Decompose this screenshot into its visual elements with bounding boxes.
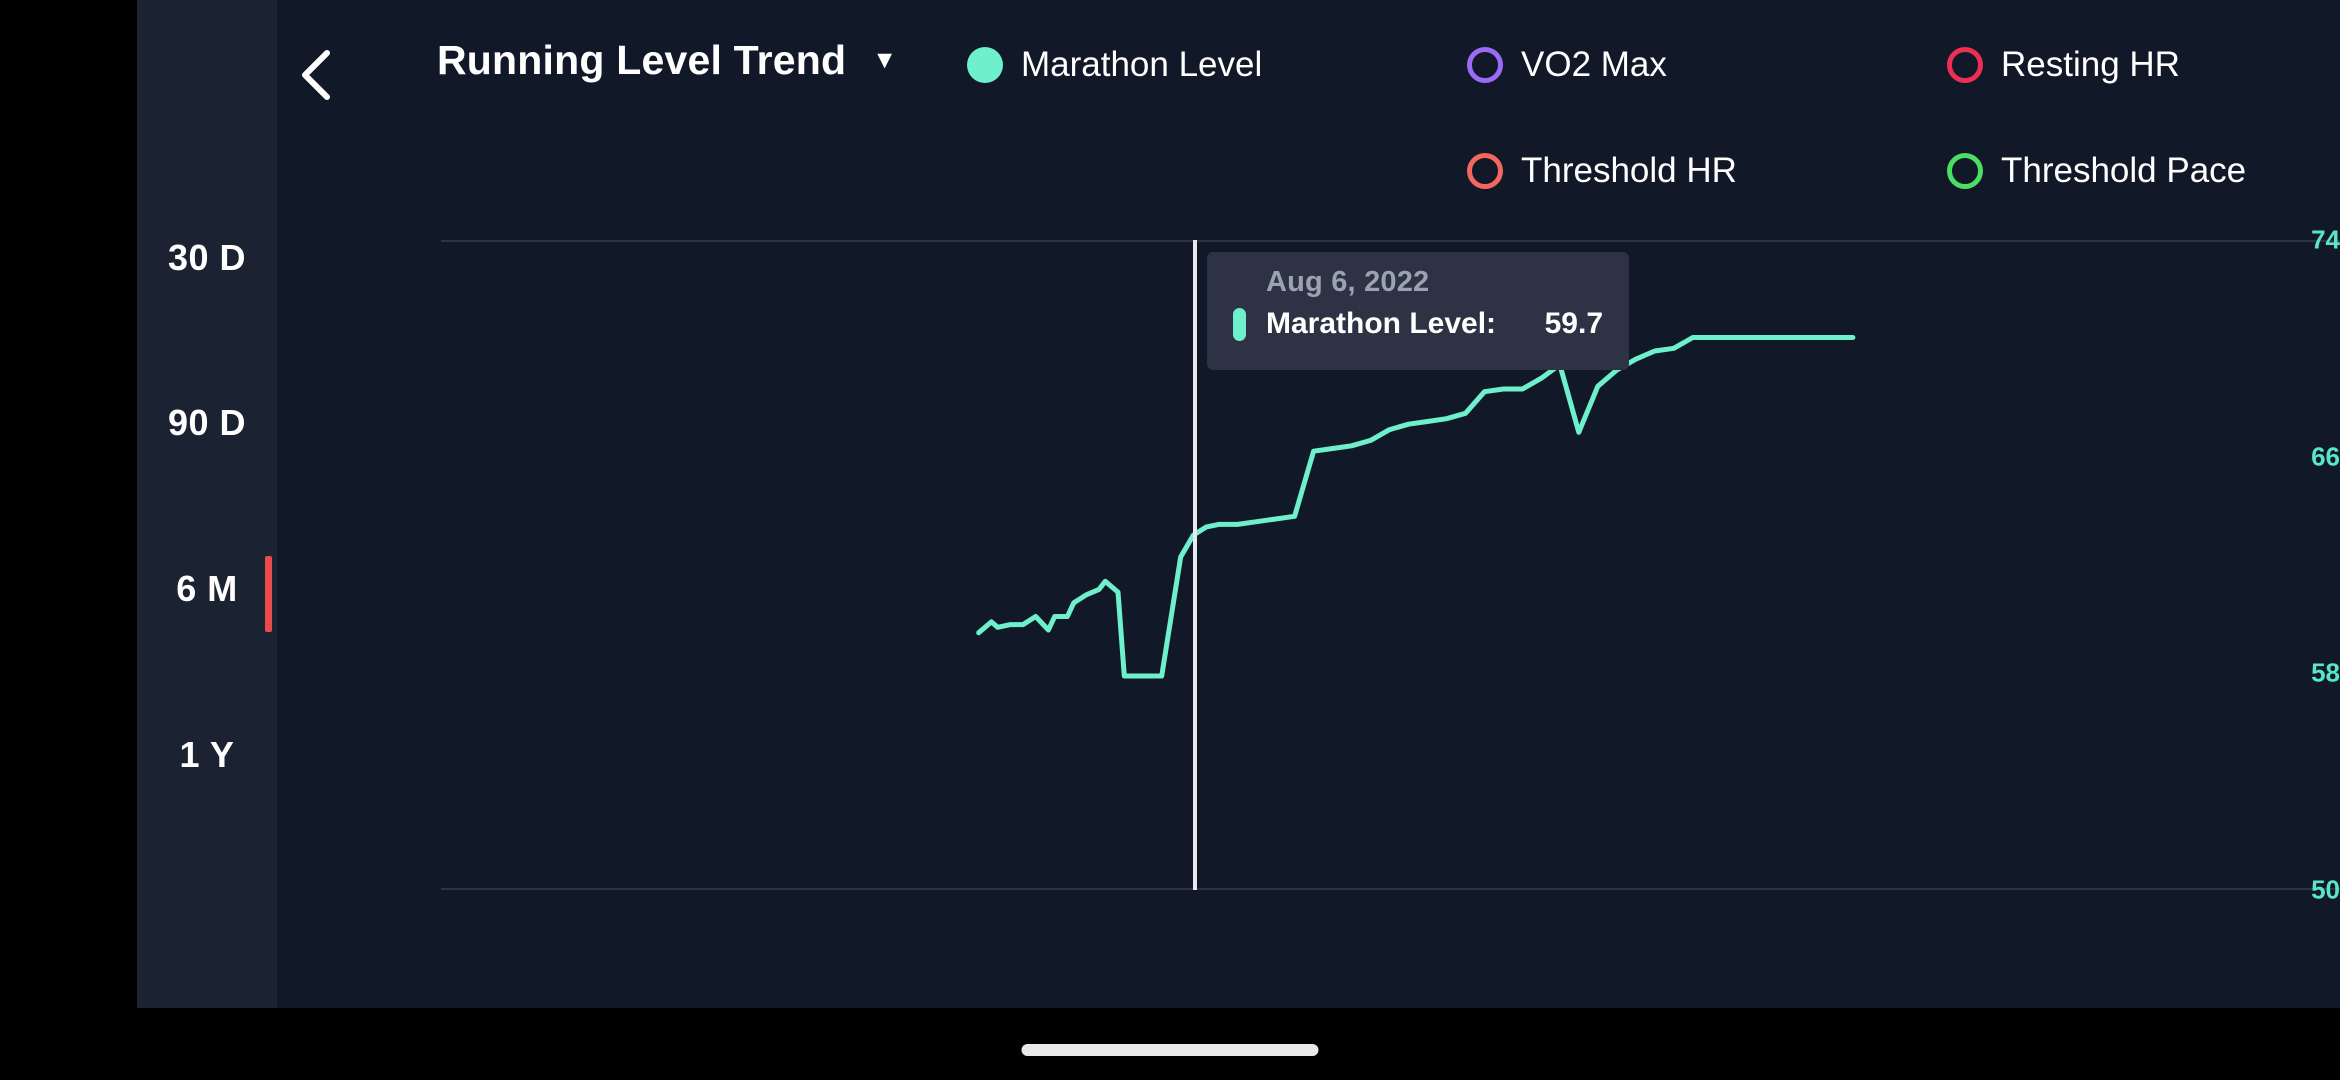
chevron-left-icon [295,47,339,103]
legend-dot-marathon-level [967,47,1003,83]
page-title: Running Level Trend [437,36,847,83]
legend-item-marathon-level[interactable]: Marathon Level [967,38,1467,92]
time-range-option-90d[interactable]: 90 D [137,402,277,444]
legend-item-threshold-hr[interactable]: Threshold HR [1467,144,1947,198]
y-axis-label: 50 [2311,874,2340,905]
legend: Marathon Level VO2 Max Resting HR Thresh… [967,38,2337,250]
y-axis-label: 74 [2311,224,2340,255]
phone-screenshot: 30 D 90 D 6 M 1 Y Running Level Trend ▼ [0,0,2340,1080]
legend-label-vo2-max: VO2 Max [1521,45,1667,84]
plot-area[interactable]: Aug 6, 2022 Marathon Level: 59.7 [441,240,2340,890]
header: Running Level Trend ▼ Marathon Level VO2… [277,0,2340,240]
caret-down-icon: ▼ [872,45,898,74]
title-dropdown[interactable]: Running Level Trend ▼ [437,30,897,90]
legend-dot-threshold-hr [1467,153,1503,189]
crosshair-line [1193,240,1197,890]
y-axis-label: 66 [2311,441,2340,472]
series-line [976,335,1856,679]
time-range-selected-indicator [265,556,272,632]
tooltip-series-label: Marathon Level: [1266,307,1497,340]
legend-dot-vo2-max [1467,47,1503,83]
legend-label-resting-hr: Resting HR [2001,45,2180,84]
time-range-option-6m[interactable]: 6 M [137,568,277,610]
time-range-option-1y[interactable]: 1 Y [137,734,277,776]
legend-dot-threshold-pace [1947,153,1983,189]
plot-baseline [441,888,2340,890]
chart[interactable]: Aug 6, 2022 Marathon Level: 59.7 Jun2022… [277,240,2340,1008]
legend-item-resting-hr[interactable]: Resting HR [1947,38,2337,92]
tooltip-date: Aug 6, 2022 [1266,266,1430,298]
time-range-rail: 30 D 90 D 6 M 1 Y [137,0,277,1008]
legend-label-threshold-pace: Threshold Pace [2001,151,2247,190]
legend-label-threshold-hr: Threshold HR [1521,151,1737,190]
tooltip: Aug 6, 2022 Marathon Level: 59.7 [1207,252,1629,370]
legend-item-threshold-pace[interactable]: Threshold Pace [1947,144,2337,198]
app-screen: 30 D 90 D 6 M 1 Y Running Level Trend ▼ [137,0,2340,1008]
back-button[interactable] [272,30,362,120]
legend-dot-resting-hr [1947,47,1983,83]
y-axis-label: 58 [2311,657,2340,688]
tooltip-row: Marathon Level: 59.7 [1233,307,1603,341]
legend-label-marathon-level: Marathon Level [1021,45,1263,84]
home-indicator [1021,1044,1319,1056]
time-range-option-30d[interactable]: 30 D [137,237,277,279]
legend-item-vo2-max[interactable]: VO2 Max [1467,38,1947,92]
tooltip-value: 59.7 [1544,307,1603,340]
tooltip-series-swatch [1233,307,1246,341]
